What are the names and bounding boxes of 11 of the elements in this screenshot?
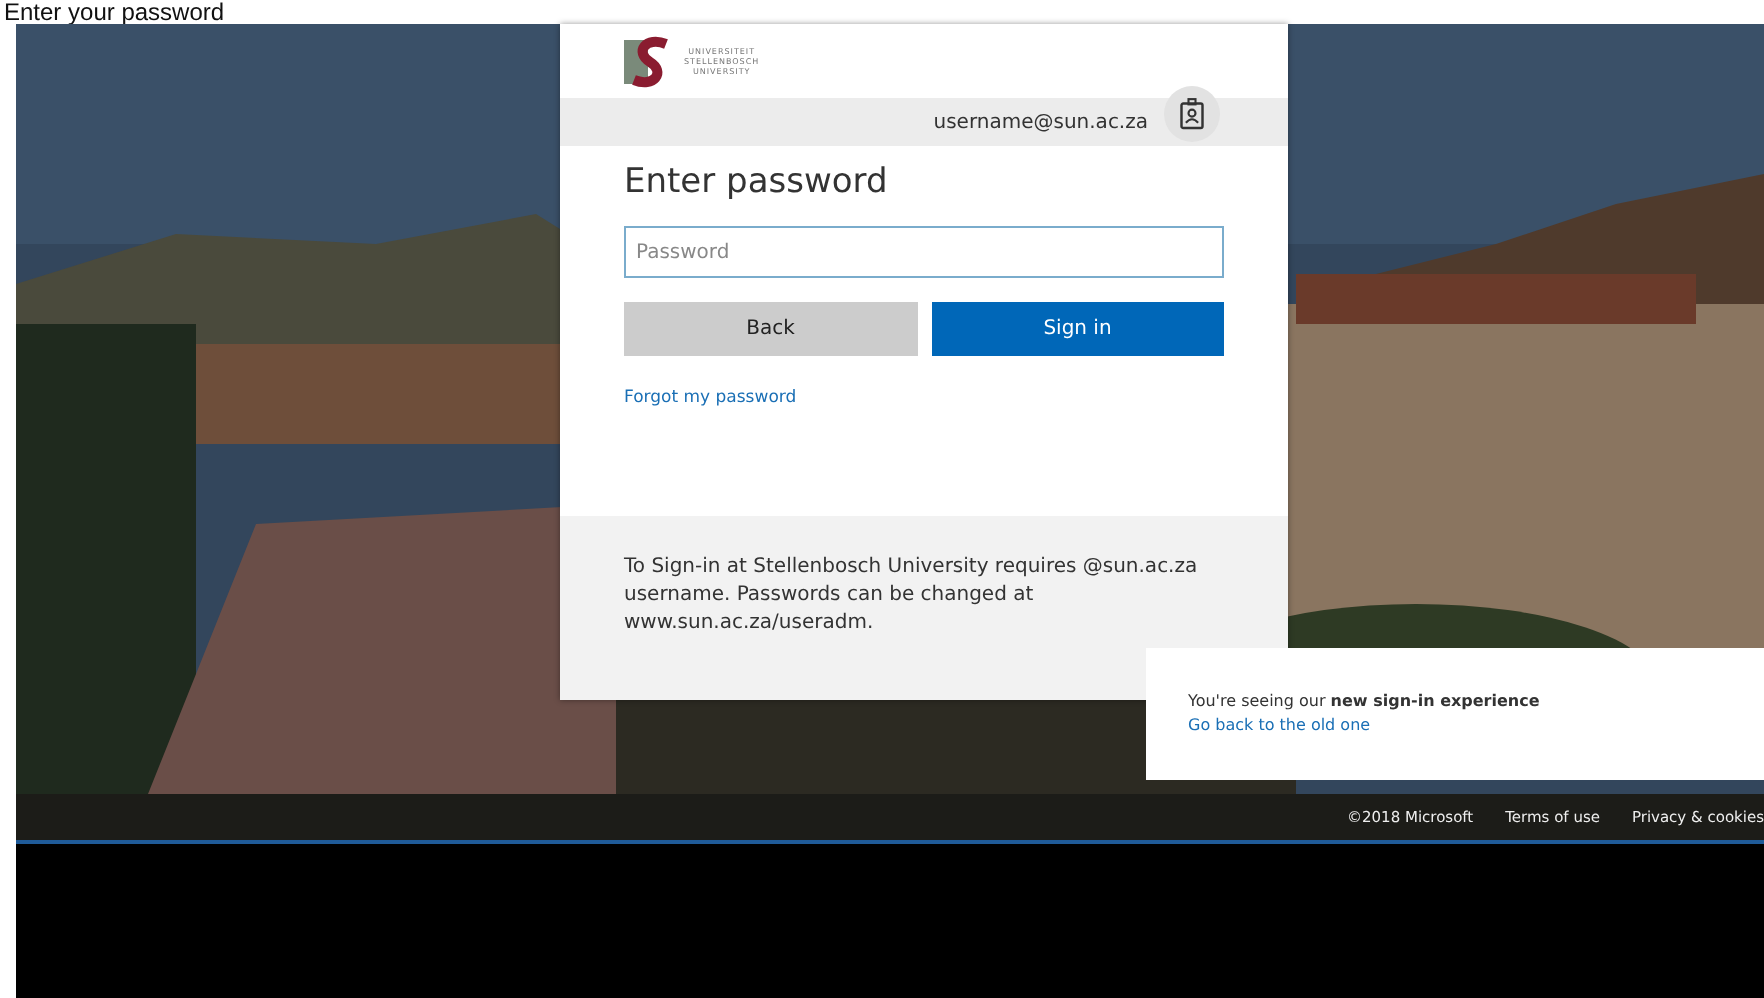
dialog-title: Enter password xyxy=(624,162,890,202)
old-experience-link[interactable]: Go back to the old one xyxy=(1188,716,1371,734)
username: username@sun.ac.za xyxy=(933,111,1148,133)
password-field[interactable]: Password xyxy=(624,226,1224,278)
back-button[interactable]: Back xyxy=(624,302,917,356)
notification-text: You're seeing our new sign-in experience xyxy=(1188,692,1542,710)
notice-text: To Sign-in at Stellenbosch University requires @sun.ac.za username. Passwords can be changed at www.sun.ac.za/useradm. xyxy=(624,554,1200,638)
page-caption: Enter your password xyxy=(2,0,225,24)
s-logo-icon xyxy=(622,35,674,87)
forgot-password-link[interactable]: Forgot my password xyxy=(624,388,797,408)
sign-in-button[interactable]: Sign in xyxy=(931,302,1224,356)
